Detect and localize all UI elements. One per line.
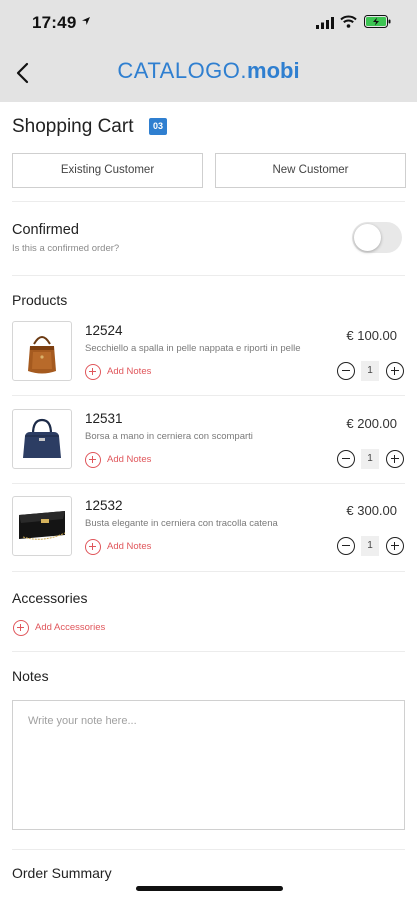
decrease-qty-button[interactable] bbox=[337, 537, 355, 555]
order-summary-heading: Order Summary bbox=[12, 865, 112, 881]
decrease-qty-button[interactable] bbox=[337, 362, 355, 380]
product-thumbnail[interactable] bbox=[12, 321, 72, 381]
increase-qty-button[interactable] bbox=[386, 362, 404, 380]
cellular-signal-icon bbox=[316, 17, 334, 29]
divider bbox=[12, 849, 405, 850]
notes-heading: Notes bbox=[12, 668, 49, 684]
product-description: Borsa a mano in cerniera con scomparti bbox=[85, 431, 253, 442]
add-accessories-label: Add Accessories bbox=[35, 622, 106, 633]
decrease-qty-button[interactable] bbox=[337, 450, 355, 468]
increase-qty-button[interactable] bbox=[386, 450, 404, 468]
add-circle-icon bbox=[85, 539, 101, 555]
product-price: € 200.00 bbox=[346, 416, 397, 431]
divider bbox=[12, 571, 405, 572]
logo-text-mobi: mobi bbox=[247, 58, 300, 83]
quantity-value[interactable]: 1 bbox=[361, 361, 379, 381]
product-description: Busta elegante in cerniera con tracolla … bbox=[85, 518, 278, 529]
cart-count-badge: 03 bbox=[149, 118, 167, 135]
add-notes-label: Add Notes bbox=[107, 454, 152, 465]
home-indicator bbox=[136, 886, 283, 891]
product-price: € 300.00 bbox=[346, 503, 397, 518]
divider bbox=[12, 483, 405, 484]
page-title: Shopping Cart bbox=[12, 116, 134, 137]
product-code: 12531 bbox=[85, 411, 123, 426]
confirmed-toggle[interactable] bbox=[352, 222, 402, 253]
existing-customer-button[interactable]: Existing Customer bbox=[12, 153, 203, 188]
confirmed-label: Confirmed bbox=[12, 222, 79, 238]
navy-handbag-image bbox=[23, 418, 61, 458]
wifi-icon bbox=[340, 15, 357, 28]
product-description: Secchiello a spalla in pelle nappata e r… bbox=[85, 343, 301, 354]
divider bbox=[12, 651, 405, 652]
quantity-value[interactable]: 1 bbox=[361, 449, 379, 469]
black-clutch-image bbox=[19, 511, 66, 540]
add-circle-icon bbox=[13, 620, 29, 636]
nav-bar: CATALOGO.mobi bbox=[0, 44, 417, 102]
product-thumbnail[interactable] bbox=[12, 496, 72, 556]
divider bbox=[12, 395, 405, 396]
quantity-value[interactable]: 1 bbox=[361, 536, 379, 556]
location-arrow-icon bbox=[81, 16, 91, 29]
product-code: 12524 bbox=[85, 323, 123, 338]
add-notes-label: Add Notes bbox=[107, 541, 152, 552]
add-circle-icon bbox=[85, 364, 101, 380]
product-thumbnail[interactable] bbox=[12, 409, 72, 469]
battery-charging-icon bbox=[364, 15, 391, 28]
brown-bucket-bag-image bbox=[28, 336, 56, 374]
add-notes-label: Add Notes bbox=[107, 366, 152, 377]
product-code: 12532 bbox=[85, 498, 123, 513]
new-customer-button[interactable]: New Customer bbox=[215, 153, 406, 188]
notes-box bbox=[12, 700, 405, 830]
divider bbox=[12, 275, 405, 276]
divider bbox=[12, 201, 405, 202]
toggle-knob bbox=[354, 224, 381, 251]
increase-qty-button[interactable] bbox=[386, 537, 404, 555]
add-circle-icon bbox=[85, 452, 101, 468]
products-heading: Products bbox=[12, 292, 68, 308]
notes-input[interactable] bbox=[13, 701, 404, 829]
logo-text-catalogo: CATALOGO. bbox=[117, 58, 248, 83]
accessories-heading: Accessories bbox=[12, 590, 88, 606]
product-price: € 100.00 bbox=[346, 328, 397, 343]
status-time: 17:49 bbox=[32, 13, 77, 32]
catalogo-logo: CATALOGO.mobi bbox=[0, 58, 417, 84]
confirmed-hint: Is this a confirmed order? bbox=[12, 243, 120, 254]
status-bar: 17:49 bbox=[0, 0, 417, 44]
